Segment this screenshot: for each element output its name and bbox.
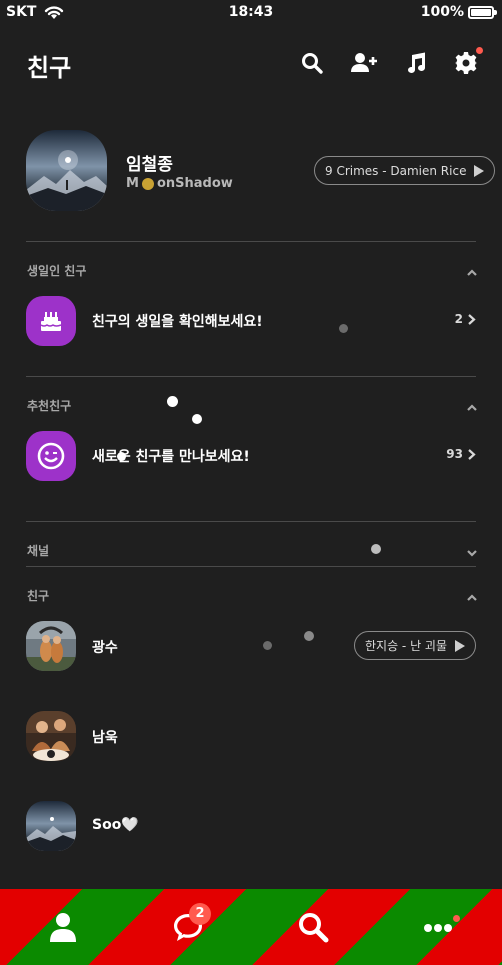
friend-row[interactable]: 광수 한지승 - 난 괴물 <box>0 621 502 675</box>
status-text-end: onShadow <box>156 176 233 191</box>
recommended-count: 93 <box>446 447 476 461</box>
notification-dot <box>476 47 483 54</box>
add-friend-icon[interactable] <box>349 50 379 76</box>
channel-section-label: 채널 <box>27 544 50 558</box>
recommended-row-text: 새로운 친구를 만나보세요! <box>92 449 250 465</box>
snow-dot <box>117 452 126 461</box>
avatar[interactable] <box>26 801 76 851</box>
more-notification-dot <box>453 915 460 922</box>
status-bar: SKT 18:43 100% <box>0 0 502 26</box>
more-icon <box>423 924 452 932</box>
snow-dot <box>167 396 178 407</box>
friends-section-label: 친구 <box>27 589 50 603</box>
friend-row[interactable]: 남욱 <box>0 711 502 765</box>
play-icon <box>455 639 466 652</box>
profile-music-button[interactable]: 9 Crimes - Damien Rice <box>314 156 496 185</box>
play-icon <box>474 164 485 177</box>
music-note-icon[interactable] <box>403 50 429 76</box>
snow-dot <box>339 324 348 333</box>
page-title: 친구 <box>27 54 72 82</box>
snow-dot <box>263 641 272 650</box>
avatar[interactable] <box>26 130 107 211</box>
birthday-section-label: 생일인 친구 <box>27 264 87 278</box>
avatar[interactable] <box>26 621 76 671</box>
friend-name: Soo🤍 <box>92 817 139 833</box>
status-message: M onShadow <box>126 176 233 191</box>
friend-name: 광수 <box>92 640 118 656</box>
status-text-start: M <box>126 176 139 191</box>
divider <box>26 376 476 377</box>
divider <box>26 566 476 567</box>
battery-percent: 100% <box>420 4 464 20</box>
birthday-cake-icon <box>26 296 76 346</box>
my-profile[interactable]: 임철종 M onShadow 9 Crimes - Damien Rice <box>0 130 502 214</box>
profile-music-label: 9 Crimes - Damien Rice <box>325 163 467 178</box>
recommended-count-value: 93 <box>446 447 463 461</box>
nav-friends-tab[interactable] <box>0 889 125 965</box>
recommended-section-header[interactable]: 추천친구 <box>0 391 502 421</box>
friends-screen: SKT 18:43 100% 친구 임철종 M onShadow 9 Crime… <box>0 0 502 965</box>
snow-dot <box>192 414 202 424</box>
friend-name: 남욱 <box>92 730 118 746</box>
chevron-up-icon <box>466 399 478 411</box>
search-icon <box>298 913 328 943</box>
friend-music-button[interactable]: 한지승 - 난 괴물 <box>354 631 477 660</box>
friends-section-header[interactable]: 친구 <box>0 581 502 611</box>
recommended-row[interactable]: 새로운 친구를 만나보세요! 93 <box>0 431 502 485</box>
search-icon[interactable] <box>299 50 325 76</box>
bottom-nav: 2 <box>0 889 502 965</box>
chevron-up-icon <box>466 264 478 276</box>
battery-icon <box>468 5 497 19</box>
friend-music-label: 한지승 - 난 괴물 <box>365 639 448 653</box>
chat-unread-badge: 2 <box>189 903 211 925</box>
friend-row[interactable]: Soo🤍 <box>0 801 502 855</box>
birthday-row[interactable]: 친구의 생일을 확인해보세요! 2 <box>0 296 502 350</box>
nav-search-tab[interactable] <box>250 889 375 965</box>
birthday-row-text: 친구의 생일을 확인해보세요! <box>92 314 263 330</box>
birthday-section-header[interactable]: 생일인 친구 <box>0 256 502 286</box>
nav-more-tab[interactable] <box>375 889 500 965</box>
birthday-count: 2 <box>455 312 476 326</box>
chevron-down-icon <box>466 544 478 557</box>
moon-emoji-icon <box>141 177 154 190</box>
nav-chat-tab[interactable]: 2 <box>125 889 250 965</box>
settings-gear-icon[interactable] <box>453 50 479 76</box>
snow-dot <box>371 544 381 554</box>
profile-name: 임철종 <box>126 155 173 175</box>
divider <box>26 241 476 242</box>
friends-icon <box>49 913 76 942</box>
avatar[interactable] <box>26 711 76 761</box>
channel-section-header[interactable]: 채널 <box>0 536 502 566</box>
snow-dot <box>304 631 314 641</box>
birthday-count-value: 2 <box>454 312 463 326</box>
smile-face-icon <box>26 431 76 481</box>
recommended-section-label: 추천친구 <box>27 399 72 413</box>
chevron-right-icon <box>468 448 476 460</box>
chevron-up-icon <box>466 589 478 601</box>
divider <box>26 521 476 522</box>
header: 친구 <box>0 26 502 102</box>
chevron-right-icon <box>468 313 476 325</box>
